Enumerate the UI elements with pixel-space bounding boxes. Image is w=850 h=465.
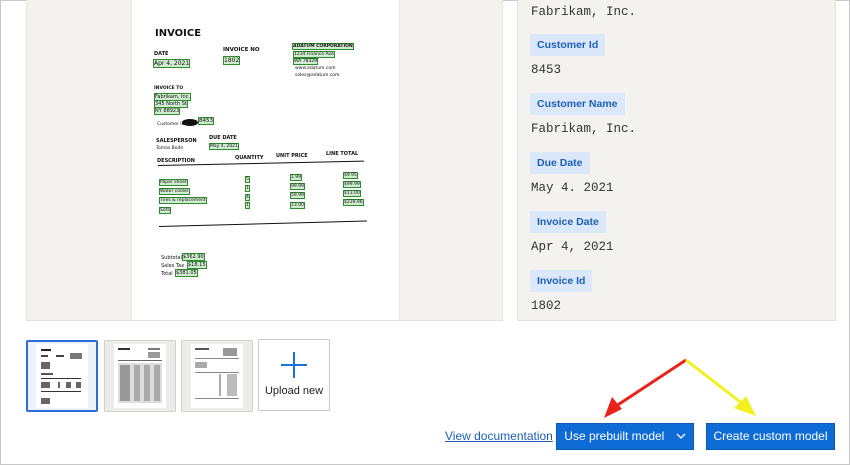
use-prebuilt-model-label: Use prebuilt model	[564, 429, 665, 443]
thumbnail-preview-graphic	[195, 348, 239, 399]
thumbnail-invoice-2[interactable]	[104, 340, 176, 412]
customer-id-value: 8453	[198, 117, 214, 125]
salesperson-label: SALESPERSON	[156, 138, 197, 144]
item-total: $99.99	[343, 181, 361, 188]
thumbnail-preview-graphic	[118, 348, 162, 403]
field-value: Fabrikam, Inc.	[531, 5, 637, 19]
items-rule	[158, 220, 367, 227]
customer-address-2: NY 88923	[154, 107, 181, 115]
invoice-no-value: 1802	[223, 56, 241, 65]
upload-new-label: Upload new	[264, 385, 324, 397]
document-preview-panel: INVOICE DATE Apr 4, 2021 INVOICE NO 1802…	[26, 0, 503, 321]
tax-value: $18.15	[187, 261, 207, 269]
field-value-customer-id: 8453	[531, 63, 562, 77]
due-date-label: DUE DATE	[209, 135, 237, 141]
chevron-down-icon	[676, 424, 686, 449]
item-qty: 5	[245, 176, 250, 183]
vendor-web: www.adatum.com	[295, 66, 336, 71]
vendor-email: sales@adatum.com	[295, 73, 340, 78]
field-value-invoice-date: Apr 4, 2021	[531, 240, 614, 254]
item-desc: Paper sheet	[159, 179, 188, 186]
invoice-no-label: INVOICE NO	[223, 47, 260, 53]
subtotal-value: $362.90	[182, 253, 205, 261]
field-label-customer-id: Customer Id	[530, 34, 606, 56]
item-price: 1.99	[290, 174, 303, 181]
subtotal-label: Subtotal	[161, 255, 182, 261]
create-custom-model-button[interactable]: Create custom model	[706, 423, 835, 450]
redaction-mark	[182, 119, 198, 126]
col-unit-price: UNIT PRICE	[276, 153, 308, 159]
field-value-customer-name: Fabrikam, Inc.	[531, 122, 637, 136]
invoice-date-value: Apr 4, 2021	[153, 59, 191, 68]
item-qty: 1	[245, 185, 250, 192]
item-qty: 1	[245, 202, 250, 209]
item-desc: Tires & replacement	[159, 197, 207, 204]
col-quantity: QUANTITY	[235, 155, 264, 161]
thumbnail-invoice-1[interactable]	[26, 340, 98, 412]
vendor-address-1: 1234 Finance Ave	[293, 51, 335, 58]
col-line-total: LINE TOTAL	[326, 151, 359, 157]
vendor-name: ADATUM CORPORATION	[292, 43, 354, 50]
item-price: 59.99	[290, 192, 305, 199]
thumbnail-page	[36, 344, 88, 408]
item-desc: Sofa	[159, 207, 171, 214]
invoice-to-label: INVOICE TO	[154, 86, 184, 91]
item-desc: Water cooler	[159, 188, 190, 195]
item-qty: 4	[245, 194, 250, 201]
col-description: DESCRIPTION	[157, 158, 195, 164]
item-total: $13.00	[343, 190, 361, 197]
item-price: 13.00	[290, 202, 305, 209]
use-prebuilt-model-button[interactable]: Use prebuilt model	[556, 423, 694, 450]
total-label: Total	[161, 271, 173, 277]
field-label-customer-name: Customer Name	[530, 93, 625, 115]
thumbnail-page	[114, 344, 166, 408]
thumbnail-invoice-3[interactable]	[181, 340, 253, 412]
total-value: $381.05	[175, 269, 198, 277]
thumbnail-preview-graphic	[41, 349, 82, 404]
invoice-title: INVOICE	[155, 28, 202, 39]
salesperson-value: Tomas Bode	[156, 146, 184, 151]
invoice-date-label: DATE	[154, 51, 169, 57]
field-label-invoice-date: Invoice Date	[530, 211, 606, 233]
due-date-value: May 4, 2021	[209, 143, 239, 150]
plus-icon	[281, 352, 307, 378]
field-value-due-date: May 4. 2021	[531, 181, 614, 195]
field-label-due-date: Due Date	[530, 152, 590, 174]
view-documentation-link[interactable]: View documentation	[445, 429, 553, 443]
item-total: $9.95	[343, 172, 358, 179]
vendor-address-2: WA 78329	[293, 58, 319, 65]
extracted-fields-panel: Fabrikam, Inc. Customer Id 8453 Customer…	[517, 0, 836, 321]
field-value-invoice-id: 1802	[531, 299, 562, 313]
item-total: $239.96	[343, 199, 364, 206]
item-price: 99.99	[290, 183, 305, 190]
field-label-invoice-id: Invoice Id	[530, 270, 593, 292]
upload-new-button[interactable]: Upload new	[258, 339, 330, 411]
thumbnail-page	[191, 344, 243, 408]
invoice-page: INVOICE DATE Apr 4, 2021 INVOICE NO 1802…	[131, 0, 400, 320]
